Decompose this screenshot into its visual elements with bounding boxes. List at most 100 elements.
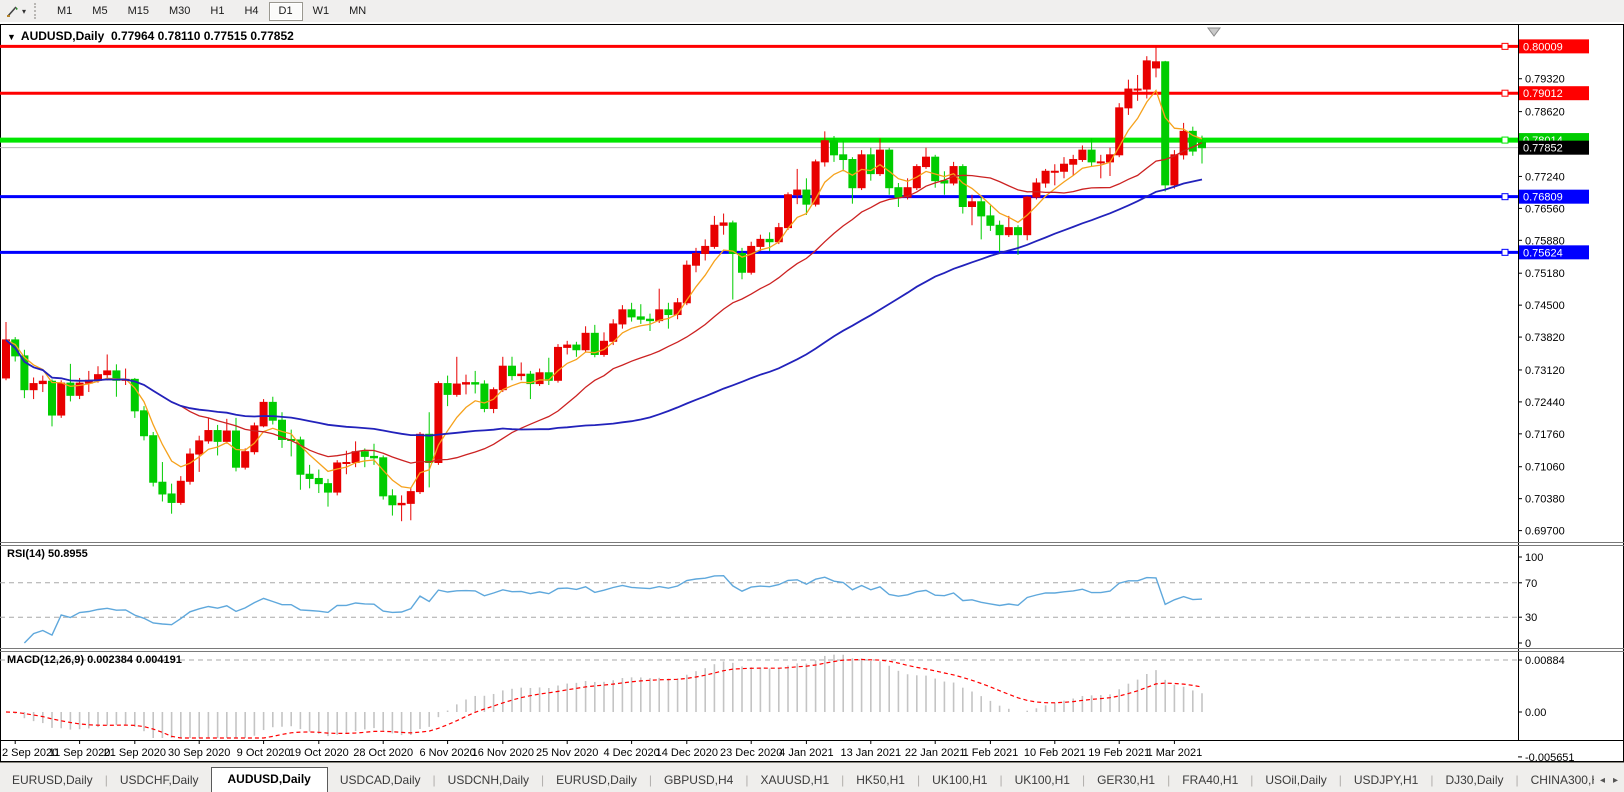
rsi-tick-label: 100 — [1525, 552, 1543, 564]
hline-endpoint-marker — [1502, 137, 1508, 143]
price-tick-label: 0.69700 — [1525, 526, 1565, 538]
chart-tab-usoil-daily[interactable]: USOil,Daily — [1253, 769, 1338, 792]
timeframe-button-m30[interactable]: M30 — [159, 2, 200, 21]
chart-tab-uk100-h1[interactable]: UK100,H1 — [920, 769, 999, 792]
price-tick-label: 0.76560 — [1525, 203, 1565, 215]
tab-scroll-arrows: ◂ ▸ — [1594, 767, 1624, 792]
svg-text:0.79012: 0.79012 — [1523, 88, 1563, 100]
date-label: 4 Jan 2021 — [779, 747, 833, 759]
date-label: 13 Jan 2021 — [841, 747, 902, 759]
timeframe-button-m1[interactable]: M1 — [47, 2, 82, 21]
date-label: 9 Oct 2020 — [237, 747, 291, 759]
date-label: 11 Sep 2020 — [49, 747, 111, 759]
chart-tab-usdcad-daily[interactable]: USDCAD,Daily — [328, 769, 433, 792]
chart-tab-uk100-h1[interactable]: UK100,H1 — [1003, 769, 1082, 792]
chart-window[interactable]: ▼ AUDUSD,Daily 0.77964 0.78110 0.77515 0.… — [0, 22, 1624, 762]
chart-tab-usdcnh-daily[interactable]: USDCNH,Daily — [436, 769, 541, 792]
timeframe-button-h1[interactable]: H1 — [200, 2, 234, 21]
date-label: 4 Dec 2020 — [603, 747, 659, 759]
macd-histogram — [6, 655, 1202, 738]
price-tick-label: 0.71060 — [1525, 462, 1565, 474]
date-label: 22 Jan 2021 — [905, 747, 966, 759]
chart-tab-ger30-h1[interactable]: GER30,H1 — [1085, 769, 1167, 792]
date-label: 19 Feb 2021 — [1088, 747, 1150, 759]
svg-text:0.80009: 0.80009 — [1523, 41, 1563, 53]
price-tick-label: 0.78620 — [1525, 107, 1565, 119]
chart-frame — [1, 25, 1624, 762]
date-label: 25 Nov 2020 — [536, 747, 598, 759]
ohlc-readout: 0.77964 0.78110 0.77515 0.77852 — [111, 29, 294, 43]
timeframe-button-m15[interactable]: M15 — [118, 2, 159, 21]
hline-price-badge: 0.75624 — [1519, 245, 1589, 259]
macd-tick-label: 0.00 — [1525, 707, 1546, 719]
chart-tab-eurusd-daily[interactable]: EURUSD,Daily — [0, 769, 105, 792]
candlestick-chart-canvas[interactable]: 0.793200.786200.772400.765600.758800.751… — [0, 22, 1624, 762]
date-label: 19 Oct 2020 — [289, 747, 349, 759]
hline-price-badge: 0.76809 — [1519, 190, 1589, 204]
price-tick-label: 0.74500 — [1525, 300, 1565, 312]
chart-tabs: EURUSD,Daily|USDCHF,DailyAUDUSD,DailyUSD… — [0, 767, 1594, 792]
macd-tick-label: 0.00884 — [1525, 655, 1565, 667]
date-label: 23 Dec 2020 — [720, 747, 782, 759]
timeframe-toolbar: ▾ M1M5M15M30H1H4D1W1MN — [0, 0, 1624, 23]
toolbar-grip[interactable] — [34, 3, 41, 19]
svg-text:0.75624: 0.75624 — [1523, 247, 1563, 259]
date-label: 28 Oct 2020 — [353, 747, 413, 759]
price-tick-label: 0.73820 — [1525, 332, 1565, 344]
candlesticks[interactable] — [3, 46, 1206, 521]
timeframe-button-m5[interactable]: M5 — [82, 2, 117, 21]
date-label: 21 Sep 2020 — [104, 747, 166, 759]
pencil-tool-icon[interactable] — [4, 3, 22, 19]
price-tick-label: 0.77240 — [1525, 171, 1565, 183]
current-price-badge: 0.77852 — [1519, 141, 1589, 155]
chart-tab-xauusd-h1[interactable]: XAUUSD,H1 — [748, 769, 841, 792]
timeframe-button-mn[interactable]: MN — [339, 2, 376, 21]
timeframe-buttons: M1M5M15M30H1H4D1W1MN — [47, 2, 376, 21]
timeframe-button-w1[interactable]: W1 — [303, 2, 340, 21]
chart-tab-china300-h1[interactable]: CHINA300,H1 — [1519, 769, 1594, 792]
timeframe-button-h4[interactable]: H4 — [234, 2, 268, 21]
chart-tab-dj30-daily[interactable]: DJ30,Daily — [1433, 769, 1515, 792]
ma-fast-line — [6, 91, 1202, 489]
chart-tab-fra40-h1[interactable]: FRA40,H1 — [1170, 769, 1250, 792]
rsi-tick-label: 70 — [1525, 578, 1537, 590]
tab-scroll-left-icon[interactable]: ◂ — [1600, 775, 1605, 786]
ma-medium-line — [6, 143, 1202, 463]
price-tick-label: 0.71760 — [1525, 429, 1565, 441]
tool-dropdown-caret-icon[interactable]: ▾ — [22, 7, 26, 16]
hline-endpoint-marker — [1502, 249, 1508, 255]
date-axis: 2 Sep 202011 Sep 202021 Sep 202030 Sep 2… — [2, 740, 1202, 759]
tab-scroll-right-icon[interactable]: ▸ — [1613, 775, 1618, 786]
date-label: 16 Nov 2020 — [472, 747, 534, 759]
date-label: 10 Feb 2021 — [1024, 747, 1086, 759]
price-tick-label: 0.79320 — [1525, 74, 1565, 86]
chart-tab-audusd-daily[interactable]: AUDUSD,Daily — [211, 767, 328, 792]
macd-tick-label: -0.005651 — [1525, 752, 1575, 762]
date-label: 30 Sep 2020 — [168, 747, 230, 759]
price-tick-label: 0.75180 — [1525, 268, 1565, 280]
symbol-name: AUDUSD,Daily — [21, 29, 104, 43]
date-label: 14 Dec 2020 — [656, 747, 718, 759]
rsi-tick-label: 30 — [1525, 612, 1537, 624]
date-label: 1 Mar 2021 — [1147, 747, 1203, 759]
rsi-indicator-label: RSI(14) 50.8955 — [7, 548, 88, 560]
chart-tab-hk50-h1[interactable]: HK50,H1 — [844, 769, 917, 792]
hline-price-badge: 0.80009 — [1519, 39, 1589, 53]
rsi-line — [24, 576, 1202, 643]
chart-shift-triangle[interactable] — [1208, 28, 1220, 36]
collapse-arrow-icon[interactable]: ▼ — [7, 32, 16, 42]
svg-text:0.77852: 0.77852 — [1523, 143, 1563, 155]
chart-tab-usdchf-daily[interactable]: USDCHF,Daily — [108, 769, 211, 792]
date-label: 6 Nov 2020 — [419, 747, 475, 759]
chart-tab-eurusd-daily[interactable]: EURUSD,Daily — [544, 769, 649, 792]
chart-title: ▼ AUDUSD,Daily 0.77964 0.78110 0.77515 0.… — [7, 29, 294, 43]
svg-text:0.76809: 0.76809 — [1523, 192, 1563, 204]
hline-endpoint-marker — [1502, 43, 1508, 49]
price-tick-label: 0.70380 — [1525, 494, 1565, 506]
mt4-trading-terminal: ▾ M1M5M15M30H1H4D1W1MN ▼ AUDUSD,Daily 0.7… — [0, 0, 1624, 792]
hline-endpoint-marker — [1502, 194, 1508, 200]
chart-tab-gbpusd-h4[interactable]: GBPUSD,H4 — [652, 769, 745, 792]
chart-tab-usdjpy-h1[interactable]: USDJPY,H1 — [1342, 769, 1430, 792]
timeframe-button-d1[interactable]: D1 — [269, 2, 303, 21]
price-tick-label: 0.72440 — [1525, 397, 1565, 409]
